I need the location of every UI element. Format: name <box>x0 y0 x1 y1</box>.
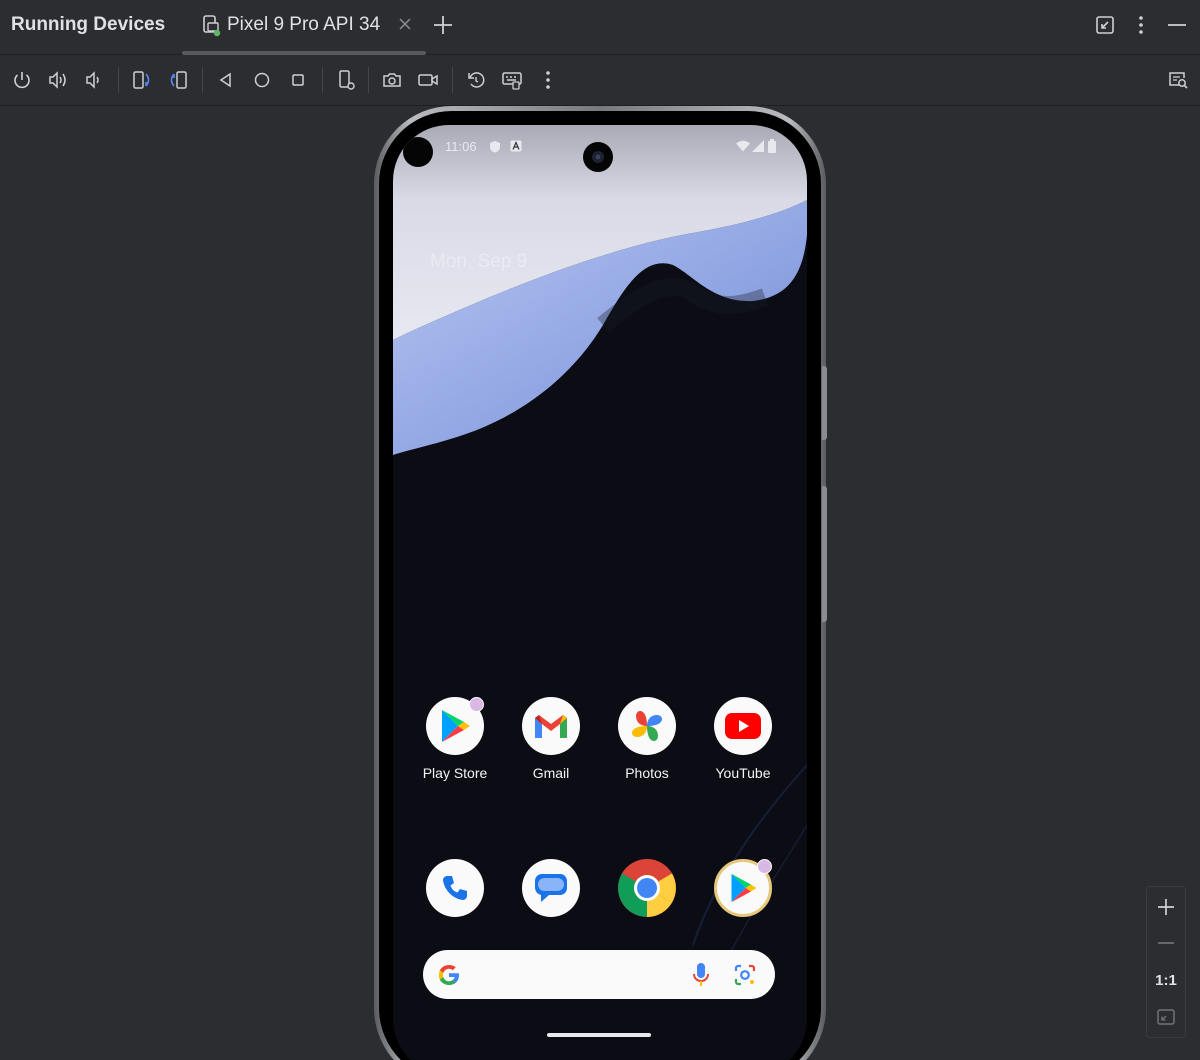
screen-record-icon[interactable] <box>416 68 440 92</box>
dock-chrome[interactable] <box>609 859 685 917</box>
messages-icon <box>522 859 580 917</box>
zoom-in-button[interactable] <box>1147 889 1185 925</box>
app-label: Photos <box>625 765 669 781</box>
phone-icon <box>426 859 484 917</box>
zoom-controls: 1:1 <box>1146 886 1186 1038</box>
zoom-out-button[interactable] <box>1147 925 1185 961</box>
zoom-actual-size-label: 1:1 <box>1155 971 1177 989</box>
app-label: YouTube <box>715 765 771 781</box>
gesture-navigation-bar[interactable] <box>547 1033 651 1037</box>
add-device-icon[interactable] <box>432 14 454 41</box>
device-toolbar <box>0 55 1200 106</box>
volume-down-icon[interactable] <box>82 68 106 92</box>
cellular-signal-icon <box>752 140 764 155</box>
snapshot-restore-icon[interactable] <box>464 68 488 92</box>
rotate-right-icon[interactable] <box>166 68 190 92</box>
close-tab-icon[interactable] <box>398 17 412 36</box>
zoom-fit-button[interactable] <box>1147 999 1185 1035</box>
device-screen[interactable]: 11:06 Mon, Sep 9 Play Store Gmail Photos… <box>393 125 807 1060</box>
google-search-bar[interactable] <box>423 950 775 999</box>
app-label: Play Store <box>422 765 488 781</box>
battery-icon <box>768 139 776 156</box>
overview-icon[interactable] <box>286 68 310 92</box>
vpn-shield-icon <box>489 140 501 156</box>
more-options-icon[interactable] <box>1130 14 1152 41</box>
front-camera-icon <box>583 142 613 172</box>
tool-window-title: Running Devices <box>11 14 166 35</box>
notification-dot <box>757 859 772 874</box>
accessibility-notification-icon <box>510 140 522 155</box>
status-time: 11:06 <box>445 139 477 154</box>
device-tab[interactable]: Pixel 9 Pro API 34 <box>182 0 426 55</box>
chrome-icon <box>618 859 676 917</box>
layout-inspector-icon[interactable] <box>1166 68 1190 92</box>
toolbar-separator <box>322 67 323 93</box>
app-gmail[interactable]: Gmail <box>513 697 589 781</box>
device-settings-icon[interactable] <box>334 68 358 92</box>
restore-layout-icon[interactable] <box>1094 14 1116 41</box>
app-play-store[interactable]: Play Store <box>417 697 493 781</box>
phone-power-button <box>822 486 827 622</box>
rotate-left-icon[interactable] <box>130 68 154 92</box>
app-youtube[interactable]: YouTube <box>705 697 781 781</box>
play-store-icon <box>426 697 484 755</box>
voice-search-icon[interactable] <box>691 962 711 993</box>
tool-window-header: Running Devices Pixel 9 Pro API 34 <box>0 0 1200 55</box>
gmail-icon <box>522 697 580 755</box>
dock-phone[interactable] <box>417 859 493 917</box>
home-date[interactable]: Mon, Sep 9 <box>430 251 527 273</box>
google-logo-icon <box>437 963 461 992</box>
minimize-icon[interactable] <box>1166 14 1188 41</box>
zoom-actual-size-button[interactable]: 1:1 <box>1147 962 1185 998</box>
front-camera-cutout-left <box>403 137 433 167</box>
keyboard-input-icon[interactable] <box>500 68 524 92</box>
volume-up-icon[interactable] <box>46 68 70 92</box>
screenshot-icon[interactable] <box>380 68 404 92</box>
device-status-icon <box>202 15 222 42</box>
play-games-icon <box>714 859 772 917</box>
dock-play-games[interactable] <box>705 859 781 917</box>
power-icon[interactable] <box>10 68 34 92</box>
device-display-area: 11:06 Mon, Sep 9 Play Store Gmail Photos… <box>0 106 1200 1060</box>
app-photos[interactable]: Photos <box>609 697 685 781</box>
device-tab-label: Pixel 9 Pro API 34 <box>227 14 381 35</box>
home-icon[interactable] <box>250 68 274 92</box>
phone-volume-button <box>822 366 827 440</box>
toolbar-separator <box>452 67 453 93</box>
wifi-icon <box>736 140 750 155</box>
toolbar-separator <box>368 67 369 93</box>
toolbar-separator <box>118 67 119 93</box>
toolbar-separator <box>202 67 203 93</box>
photos-icon <box>618 697 676 755</box>
device-frame: 11:06 Mon, Sep 9 Play Store Gmail Photos… <box>374 106 827 1060</box>
dock-messages[interactable] <box>513 859 589 917</box>
notification-dot <box>469 697 484 712</box>
youtube-icon <box>714 697 772 755</box>
back-icon[interactable] <box>214 68 238 92</box>
google-lens-icon[interactable] <box>733 963 757 992</box>
toolbar-more-icon[interactable] <box>536 68 560 92</box>
app-label: Gmail <box>532 765 570 781</box>
